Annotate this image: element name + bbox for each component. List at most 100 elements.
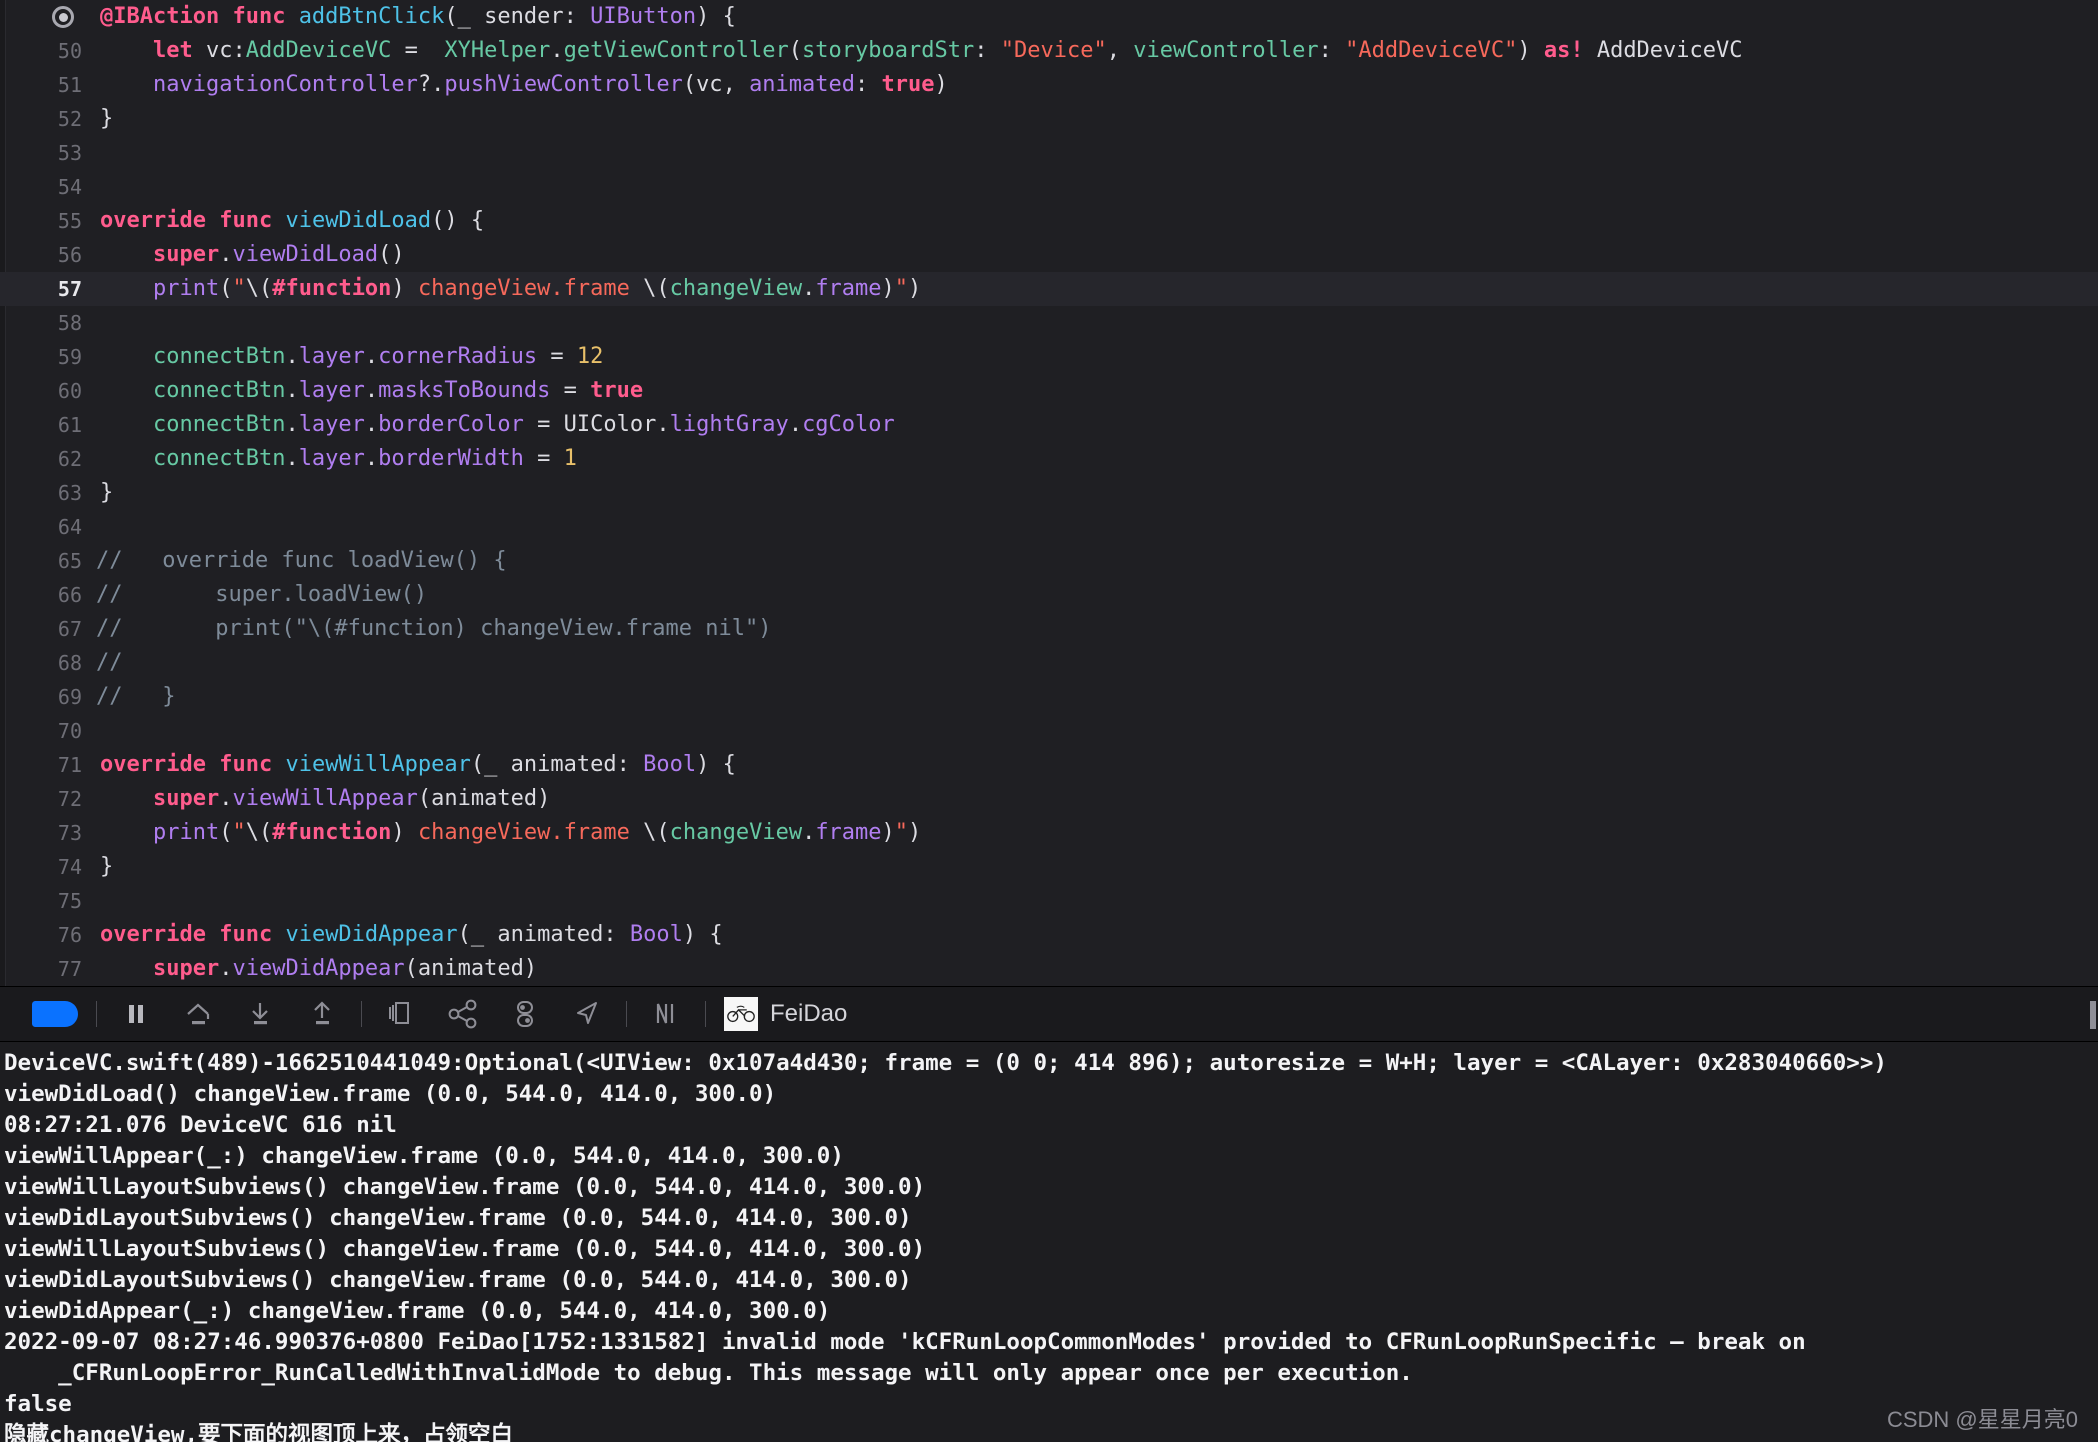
code-token: \( <box>245 820 273 845</box>
code-text: connectBtn.layer.masksToBounds = true <box>100 374 643 408</box>
code-token: () <box>378 242 405 267</box>
line-number: 67 <box>57 617 82 641</box>
code-token: } <box>100 480 114 505</box>
code-token: changeView.frame <box>417 276 644 301</box>
code-line[interactable]: 64 <box>0 510 2098 544</box>
code-line[interactable]: 56 super.viewDidLoad() <box>0 238 2098 272</box>
code-line[interactable]: 76 override func viewDidAppear(_ animated… <box>0 918 2098 952</box>
line-number: 72 <box>57 787 82 811</box>
code-token: func <box>219 752 286 777</box>
code-text: // override func loadView() { <box>96 544 507 578</box>
code-token: : <box>616 752 644 777</box>
console-line: viewWillLayoutSubviews() changeView.fram… <box>4 1236 926 1262</box>
code-token: ) { <box>696 752 736 777</box>
step-out-icon[interactable] <box>299 994 345 1034</box>
code-token: = <box>550 378 591 403</box>
code-token: super <box>152 242 220 267</box>
code-line[interactable]: 72 super.viewWillAppear(animated) <box>0 782 2098 816</box>
location-simulate-icon[interactable] <box>564 994 610 1034</box>
code-token: viewDidLoad <box>232 242 379 267</box>
code-line[interactable]: 53 <box>0 136 2098 170</box>
code-token: changeView <box>669 276 803 301</box>
code-line[interactable]: 66 // super.loadView() <box>0 578 2098 612</box>
code-line[interactable]: 75 <box>0 884 2098 918</box>
line-number: 65 <box>57 549 82 573</box>
code-text: @IBAction func addBtnClick(_ sender: UIB… <box>100 0 736 34</box>
code-token: frame <box>815 820 882 845</box>
code-token: addBtnClick <box>298 4 445 29</box>
code-token: layer <box>298 344 365 369</box>
scheme-chip[interactable]: FeiDao <box>724 997 847 1031</box>
code-token: . <box>285 446 299 471</box>
run-stop-button[interactable] <box>32 1001 78 1027</box>
code-line[interactable]: 58 <box>0 306 2098 340</box>
code-token: ( <box>444 4 458 29</box>
memory-graph-icon[interactable] <box>440 994 486 1034</box>
code-token: cgColor <box>802 412 895 437</box>
console-line: DeviceVC.swift(489)-1662510441049:Option… <box>4 1050 1887 1076</box>
code-line[interactable]: 69 // } <box>0 680 2098 714</box>
environment-overrides-icon[interactable] <box>502 994 548 1034</box>
code-line[interactable]: @IBAction func addBtnClick(_ sender: UIB… <box>0 0 2098 34</box>
view-hierarchy-icon[interactable] <box>378 994 424 1034</box>
code-line[interactable]: 68 // <box>0 646 2098 680</box>
code-line[interactable]: 57 print("\(#function) changeView.frame … <box>0 272 2098 306</box>
code-line[interactable]: 50 let vc:AddDeviceVC = XYHelper.getView… <box>0 34 2098 68</box>
code-token: ) <box>934 72 948 97</box>
code-line[interactable]: 51 navigationController?.pushViewControl… <box>0 68 2098 102</box>
code-token: . <box>802 820 816 845</box>
code-token: getViewController <box>563 38 789 63</box>
code-token: override <box>100 208 220 233</box>
pause-resume-icon[interactable] <box>113 994 159 1034</box>
breakpoint-icon[interactable] <box>52 6 74 28</box>
code-token: ( <box>219 820 233 845</box>
instruments-icon[interactable] <box>643 994 689 1034</box>
code-token: vc <box>696 72 723 97</box>
code-line[interactable]: 63} <box>0 476 2098 510</box>
code-token: = <box>537 344 577 369</box>
line-number: 66 <box>57 583 82 607</box>
code-token: animated <box>497 922 604 947</box>
code-line[interactable]: 55 override func viewDidLoad() { <box>0 204 2098 238</box>
line-number: 55 <box>57 209 82 233</box>
code-line[interactable]: 74} <box>0 850 2098 884</box>
code-editor[interactable]: @IBAction func addBtnClick(_ sender: UIB… <box>0 0 2098 986</box>
code-line[interactable]: 70 <box>0 714 2098 748</box>
code-token: UIColor <box>563 412 657 437</box>
code-line[interactable]: 60 connectBtn.layer.masksToBounds = true <box>0 374 2098 408</box>
code-line[interactable]: 61 connectBtn.layer.borderColor = UIColo… <box>0 408 2098 442</box>
code-token: . <box>219 956 233 981</box>
debug-toolbar[interactable]: FeiDao <box>0 986 2098 1042</box>
code-token: print <box>152 820 220 845</box>
toolbar-divider <box>361 1001 362 1027</box>
code-token: " <box>232 820 246 845</box>
code-token: \( <box>643 276 670 301</box>
code-token: // } <box>96 684 176 709</box>
step-over-icon[interactable] <box>175 994 221 1034</box>
code-token: ( <box>219 276 233 301</box>
code-token: animated <box>749 72 856 97</box>
code-line[interactable]: 54 <box>0 170 2098 204</box>
code-line[interactable]: 77 super.viewDidAppear(animated) <box>0 952 2098 986</box>
code-token: 1 <box>563 446 577 471</box>
code-line[interactable]: 67 // print("\(#function) changeView.fram… <box>0 612 2098 646</box>
code-token: : <box>974 38 1001 63</box>
line-number: 61 <box>57 413 82 437</box>
code-line[interactable]: 59 connectBtn.layer.cornerRadius = 12 <box>0 340 2098 374</box>
code-line[interactable]: 62 connectBtn.layer.borderWidth = 1 <box>0 442 2098 476</box>
step-into-icon[interactable] <box>237 994 283 1034</box>
code-token: ( <box>788 38 803 63</box>
debug-console[interactable]: DeviceVC.swift(489)-1662510441049:Option… <box>0 1042 2098 1442</box>
code-line[interactable]: 52} <box>0 102 2098 136</box>
code-token: true <box>590 378 644 403</box>
code-line[interactable]: 71 override func viewWillAppear(_ animate… <box>0 748 2098 782</box>
code-token: = <box>391 38 445 63</box>
code-token: as! <box>1543 38 1584 63</box>
console-output: DeviceVC.swift(489)-1662510441049:Option… <box>4 1048 2098 1442</box>
code-line[interactable]: 73 print("\(#function) changeView.frame … <box>0 816 2098 850</box>
code-token: _ <box>484 752 511 777</box>
code-line[interactable]: 65 // override func loadView() { <box>0 544 2098 578</box>
